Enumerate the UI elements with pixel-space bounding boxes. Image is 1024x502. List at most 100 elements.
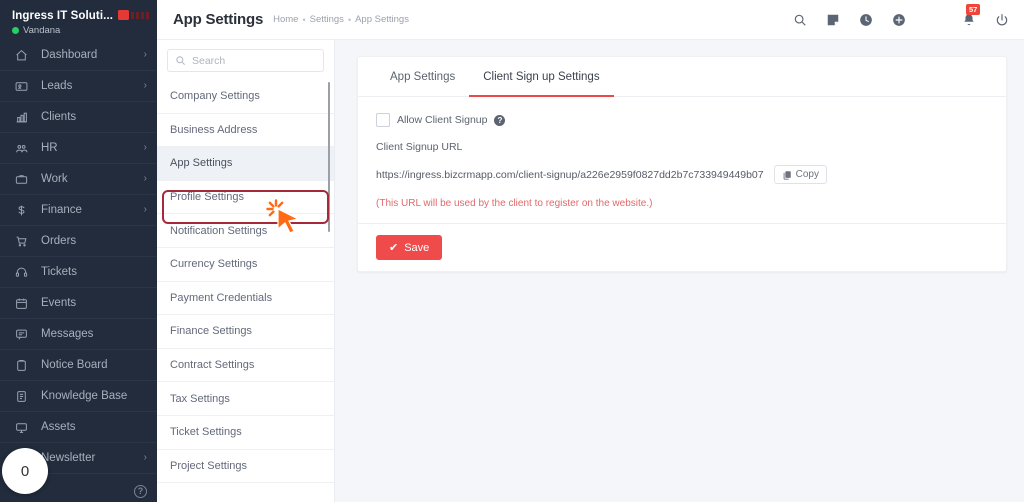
client-signup-url-value: https://ingress.bizcrmapp.com/client-sig… xyxy=(376,168,764,181)
sidebar-label: HR xyxy=(41,142,58,154)
sidebar-item-notice-board[interactable]: Notice Board xyxy=(0,350,157,381)
sidebar-brand[interactable]: Ingress IT Soluti... Vandana xyxy=(0,0,157,40)
copy-button[interactable]: Copy xyxy=(773,165,827,184)
help-icon[interactable]: ? xyxy=(494,114,506,126)
sidebar-label: Events xyxy=(41,297,77,309)
brand-username: Vandana xyxy=(23,24,61,36)
sidebar-item-work[interactable]: Work › xyxy=(0,164,157,195)
breadcrumb-item-settings[interactable]: Settings xyxy=(310,14,344,25)
allow-client-signup-label: Allow Client Signup xyxy=(397,114,488,126)
home-icon xyxy=(13,48,30,63)
check-icon: ✔ xyxy=(389,242,399,254)
allow-client-signup-checkbox[interactable] xyxy=(376,113,390,127)
breadcrumb-item-home[interactable]: Home xyxy=(273,14,298,25)
sidebar-label: Newsletter xyxy=(41,452,96,464)
headset-icon xyxy=(13,265,30,280)
breadcrumb-separator: • xyxy=(302,14,306,25)
allow-client-signup-row: Allow Client Signup ? xyxy=(376,113,988,127)
settings-search-wrap xyxy=(157,40,334,80)
save-button[interactable]: ✔ Save xyxy=(376,235,443,260)
note-icon[interactable] xyxy=(825,12,841,28)
url-hint-text: (This URL will be used by the client to … xyxy=(376,198,653,209)
sidebar-label: Clients xyxy=(41,111,77,123)
sidebar-item-leads[interactable]: Leads › xyxy=(0,71,157,102)
app-root: Ingress IT Soluti... Vandana Dashboard › xyxy=(0,0,1024,502)
content-area: Company Settings Business Address App Se… xyxy=(157,40,1024,502)
sidebar-label: Messages xyxy=(41,328,94,340)
bar-chart-icon xyxy=(13,110,30,125)
online-status-dot xyxy=(12,26,19,34)
breadcrumb: Home • Settings • App Settings xyxy=(273,14,409,25)
save-button-label: Save xyxy=(404,241,430,254)
settings-item-business-address[interactable]: Business Address xyxy=(157,114,334,148)
sidebar-label: Knowledge Base xyxy=(41,390,128,402)
avatar[interactable] xyxy=(924,10,944,30)
sidebar-item-orders[interactable]: Orders xyxy=(0,226,157,257)
sidebar-item-assets[interactable]: Assets xyxy=(0,412,157,443)
sidebar-item-dashboard[interactable]: Dashboard › xyxy=(0,40,157,71)
page-title: App Settings xyxy=(173,11,264,28)
settings-item-ticket-settings[interactable]: Ticket Settings xyxy=(157,416,334,450)
sidebar-item-tickets[interactable]: Tickets xyxy=(0,257,157,288)
settings-list-scrollbar[interactable] xyxy=(327,82,330,232)
settings-list: Company Settings Business Address App Se… xyxy=(157,80,334,502)
settings-item-currency-settings[interactable]: Currency Settings xyxy=(157,248,334,282)
settings-item-project-settings[interactable]: Project Settings xyxy=(157,450,334,484)
sidebar-label: Finance xyxy=(41,204,82,216)
breadcrumb-item-app-settings[interactable]: App Settings xyxy=(355,14,409,25)
people-icon xyxy=(13,141,30,156)
settings-item-profile-settings[interactable]: Profile Settings xyxy=(157,181,334,215)
settings-item-payment-credentials[interactable]: Payment Credentials xyxy=(157,282,334,316)
client-signup-url-row: https://ingress.bizcrmapp.com/client-sig… xyxy=(376,165,988,184)
sidebar-label: Leads xyxy=(41,80,73,92)
chat-icon xyxy=(13,327,30,342)
topbar: App Settings Home • Settings • App Setti… xyxy=(157,0,1024,40)
chevron-right-icon: › xyxy=(143,173,147,184)
sidebar-label: Notice Board xyxy=(41,359,108,371)
logo-wordmark xyxy=(131,11,149,19)
power-icon[interactable] xyxy=(994,12,1010,28)
dollar-icon xyxy=(13,203,30,218)
notification-badge: 57 xyxy=(966,3,981,15)
search-icon xyxy=(176,56,186,66)
settings-item-finance-settings[interactable]: Finance Settings xyxy=(157,315,334,349)
card-area: App Settings Client Sign up Settings All… xyxy=(335,40,1024,502)
settings-search-box[interactable] xyxy=(167,49,324,72)
settings-item-tax-settings[interactable]: Tax Settings xyxy=(157,382,334,416)
id-card-icon xyxy=(13,79,30,94)
sidebar-help-icon[interactable]: ? xyxy=(134,485,147,498)
book-icon xyxy=(13,389,30,404)
sidebar-item-messages[interactable]: Messages xyxy=(0,319,157,350)
sidebar-nav: Dashboard › Leads › Clients HR › Work › … xyxy=(0,40,157,474)
settings-item-app-settings[interactable]: App Settings xyxy=(157,147,334,181)
search-input[interactable] xyxy=(192,54,316,67)
sidebar-item-finance[interactable]: Finance › xyxy=(0,195,157,226)
calendar-icon xyxy=(13,296,30,311)
search-icon[interactable] xyxy=(792,12,808,28)
clipboard-icon xyxy=(13,358,30,373)
breadcrumb-separator: • xyxy=(347,14,352,25)
sidebar-item-clients[interactable]: Clients xyxy=(0,102,157,133)
notification-bell-icon[interactable]: 57 xyxy=(961,3,981,28)
clock-icon[interactable] xyxy=(858,12,874,28)
monitor-icon xyxy=(13,420,30,435)
settings-item-contract-settings[interactable]: Contract Settings xyxy=(157,349,334,383)
tab-app-settings[interactable]: App Settings xyxy=(376,57,469,97)
copy-icon xyxy=(783,170,791,180)
chevron-right-icon: › xyxy=(143,452,147,463)
sidebar-item-events[interactable]: Events xyxy=(0,288,157,319)
card-tabs: App Settings Client Sign up Settings xyxy=(358,57,1006,97)
brand-user: Vandana xyxy=(12,25,147,36)
client-signup-url-label: Client Signup URL xyxy=(376,141,463,153)
settings-item-notification-settings[interactable]: Notification Settings xyxy=(157,214,334,248)
sidebar-item-knowledge-base[interactable]: Knowledge Base xyxy=(0,381,157,412)
settings-item-company-settings[interactable]: Company Settings xyxy=(157,80,334,114)
sidebar-label: Tickets xyxy=(41,266,77,278)
plus-circle-icon[interactable] xyxy=(891,12,907,28)
sidebar-label: Orders xyxy=(41,235,77,247)
copy-button-label: Copy xyxy=(795,169,819,180)
company-logo xyxy=(118,10,149,20)
tab-client-sign-up-settings[interactable]: Client Sign up Settings xyxy=(469,57,614,97)
sidebar-item-hr[interactable]: HR › xyxy=(0,133,157,164)
chat-counter-bubble[interactable]: 0 xyxy=(2,448,48,494)
